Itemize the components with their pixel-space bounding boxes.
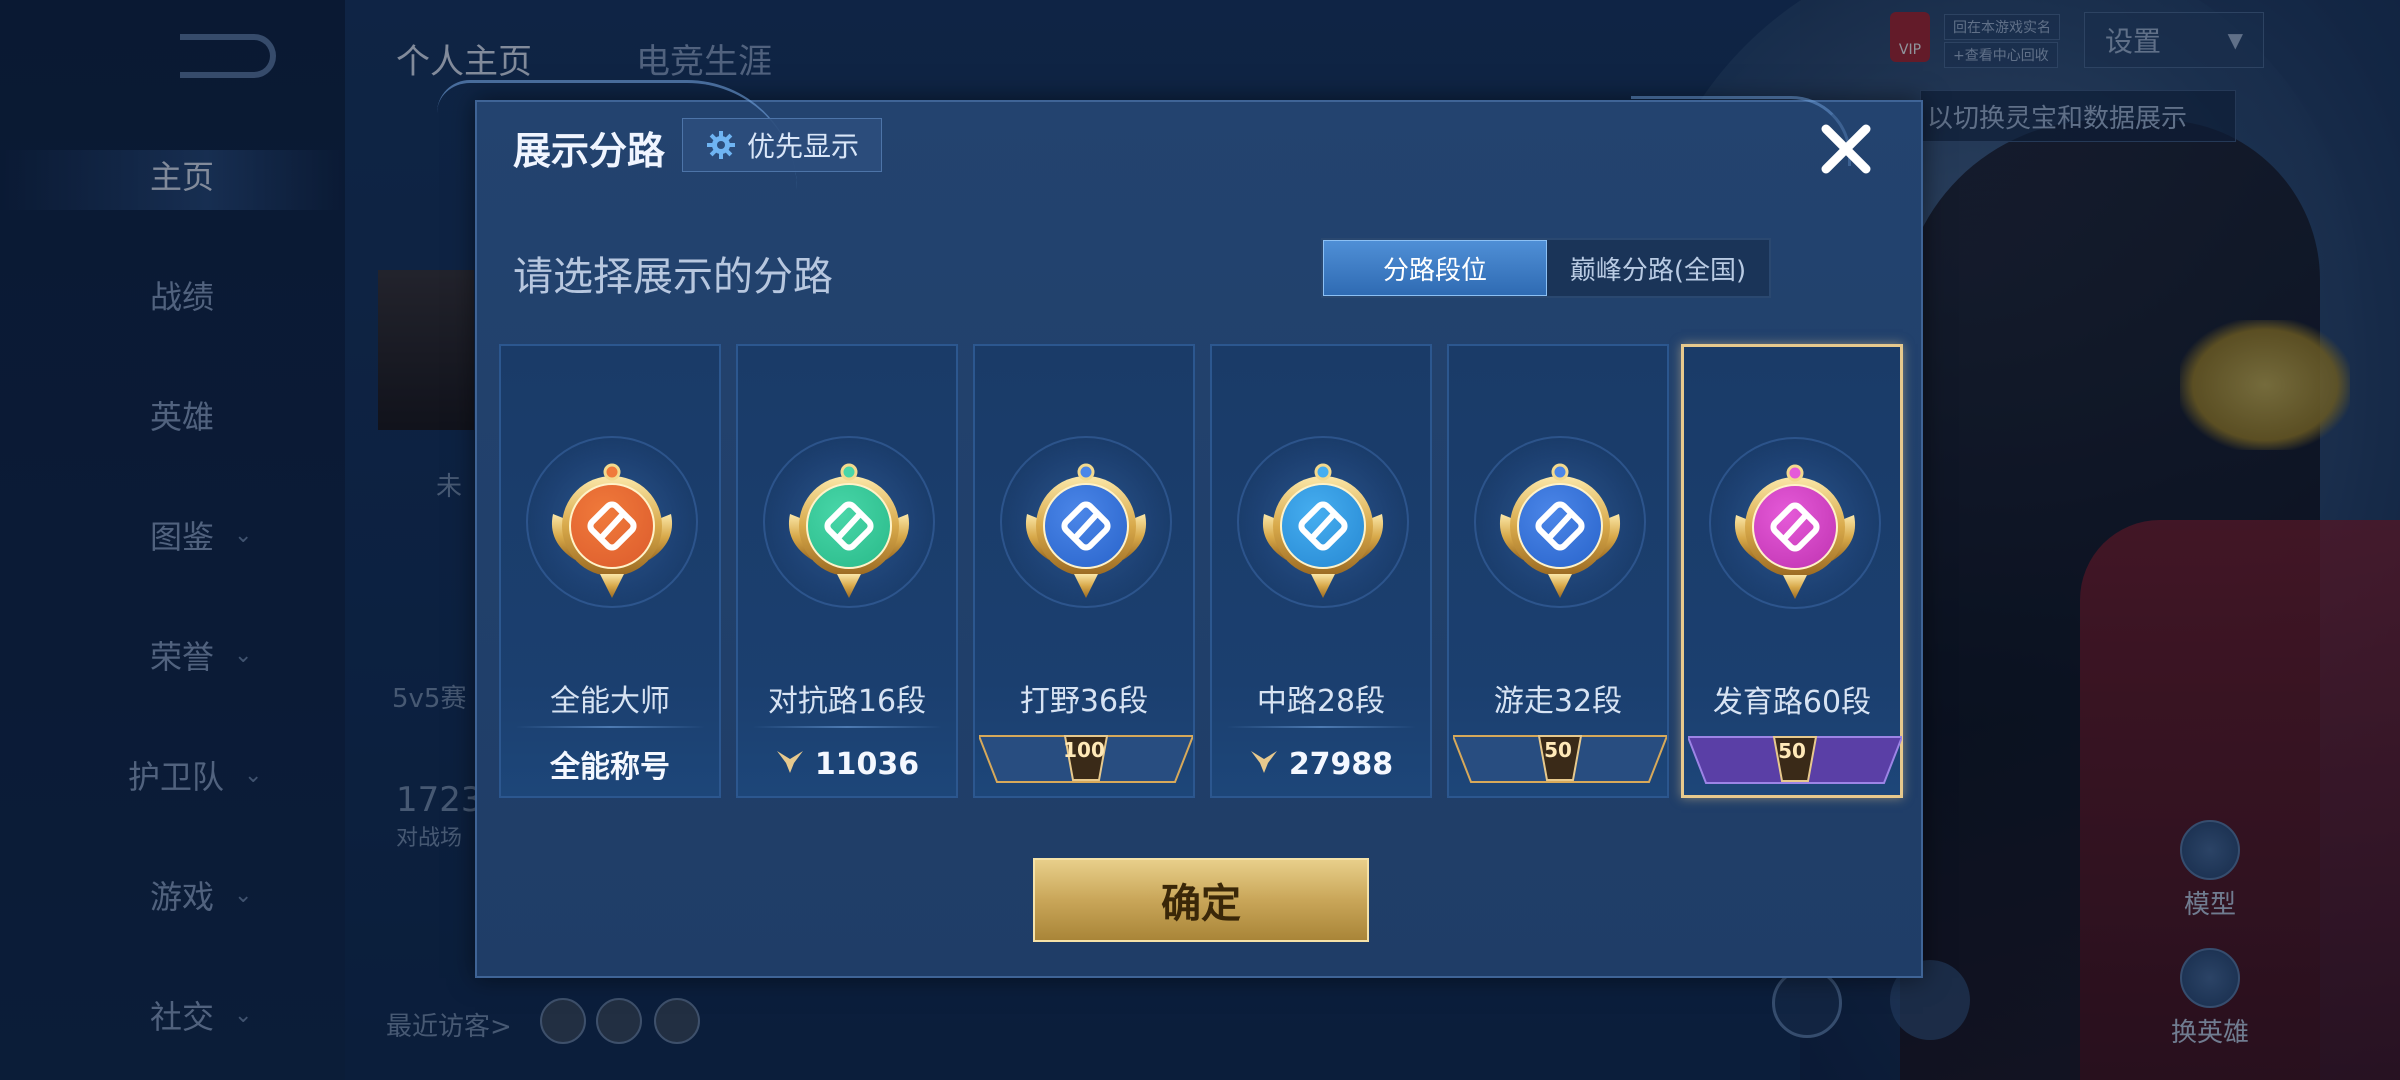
lane-card-list: 全能大师 全能称号 对抗路16段 11036 打野36段 100 中路28段 2… <box>499 344 1904 798</box>
priority-display-button[interactable]: 优先显示 <box>682 118 882 172</box>
tab-lane-rank[interactable]: 分路段位 <box>1323 240 1547 296</box>
lane-type-toggle: 分路段位 巅峰分路(全国) <box>1321 238 1771 298</box>
lane-card-name: 对抗路16段 <box>767 684 927 719</box>
lane-card-footer: 27988 <box>1212 736 1430 792</box>
lane-card-footer: 11036 <box>738 736 956 792</box>
close-icon <box>1821 124 1871 174</box>
lane-card-name: 发育路60段 <box>1712 685 1872 720</box>
lane-display-modal: 展示分路 优先显示 请选择展示的分路 分路段位 巅峰分路(全国) 全能大师 全能… <box>437 80 1923 978</box>
score-icon <box>775 745 805 783</box>
modal-title: 展示分路 <box>513 129 666 173</box>
lane-card-name: 全能大师 <box>550 684 670 719</box>
divider <box>515 726 705 728</box>
score-icon <box>1249 745 1279 783</box>
lane-card-name: 中路28段 <box>1256 684 1386 719</box>
lane-card[interactable]: 发育路60段 50 <box>1681 344 1904 798</box>
lane-card-footer-text: 27988 <box>1288 746 1394 782</box>
gear-icon <box>706 131 735 159</box>
lane-card-footer-text: 全能称号 <box>550 750 670 785</box>
priority-display-label: 优先显示 <box>746 130 859 163</box>
divider <box>752 726 942 728</box>
lane-card-name: 打野36段 <box>1019 684 1149 719</box>
lane-card-name: 游走32段 <box>1493 684 1623 719</box>
rank-badge-icon <box>782 452 916 602</box>
rank-badge-icon <box>1493 452 1627 602</box>
confirm-button[interactable]: 确定 <box>1033 858 1369 942</box>
rank-badge-icon <box>1019 452 1153 602</box>
rank-badge-icon <box>1256 452 1390 602</box>
lane-card[interactable]: 游走32段 50 <box>1447 344 1669 798</box>
modal-subtitle: 请选择展示的分路 <box>513 254 833 300</box>
star-count: 50 <box>1778 739 1806 763</box>
rank-badge-icon <box>545 452 679 602</box>
star-count: 50 <box>1544 738 1572 762</box>
lane-card[interactable]: 打野36段 100 <box>973 344 1195 798</box>
lane-card[interactable]: 中路28段 27988 <box>1210 344 1432 798</box>
lane-card-footer: 全能称号 <box>501 736 719 792</box>
lane-card[interactable]: 全能大师 全能称号 <box>499 344 721 798</box>
divider <box>1226 726 1416 728</box>
star-count: 100 <box>1063 738 1105 762</box>
rank-badge-icon <box>1728 453 1862 603</box>
lane-card-footer-text: 11036 <box>814 746 920 782</box>
lane-card[interactable]: 对抗路16段 11036 <box>736 344 958 798</box>
tab-peak-lane-national[interactable]: 巅峰分路(全国) <box>1547 240 1769 296</box>
close-button[interactable] <box>1811 114 1881 184</box>
